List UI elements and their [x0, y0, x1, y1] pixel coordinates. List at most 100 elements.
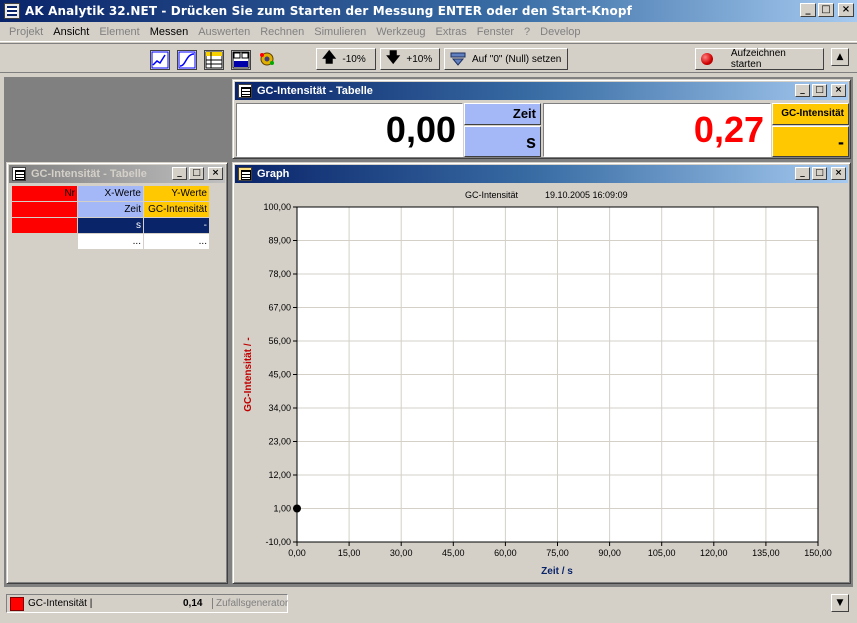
- y-tick-label: -10,00: [265, 537, 291, 547]
- x-name-label: Zeit: [464, 103, 541, 125]
- graph-plot[interactable]: GC-Intensität 19.10.2005 16:09:09 0,00 15,0…: [235, 185, 848, 583]
- graph-area[interactable]: GC-Intensität 19.10.2005 16:09:09 0,00 15,0…: [235, 185, 848, 581]
- table-minimize-button[interactable]: _: [172, 167, 187, 180]
- row-y-cell[interactable]: ...: [143, 233, 210, 250]
- graph-minimize-button[interactable]: _: [795, 167, 810, 180]
- arrow-down-icon: 🡇: [386, 49, 401, 65]
- x-unit-label: s: [464, 126, 541, 157]
- x-tick-label: 15,00: [338, 548, 361, 558]
- increase-10-button[interactable]: 🡇 +10%: [380, 48, 440, 70]
- collapse-toolbar-button[interactable]: ▲: [831, 48, 849, 66]
- y-tick-label: 89,00: [268, 236, 291, 246]
- y-name-label: GC-Intensität: [772, 103, 849, 125]
- display-view-icon[interactable]: [231, 50, 251, 70]
- row-nr-cell: [11, 233, 78, 250]
- mdi-workspace: GC-Intensität - Tabelle _ □ × 0,00 Zeit …: [4, 77, 853, 587]
- menu-item-auswerten[interactable]: Auswerten: [193, 26, 255, 38]
- menu-item--[interactable]: ?: [519, 26, 535, 38]
- toolbar: 🡅 -10% 🡇 +10% Auf "0" (Null) setzen Aufz…: [0, 43, 857, 73]
- table-maximize-button[interactable]: □: [189, 167, 204, 180]
- graph-header-date: 19.10.2005 16:09:09: [545, 190, 628, 200]
- status-channel-panel[interactable]: GC-Intensität | 0,14 Zufallsgenerator: [6, 594, 288, 613]
- status-generator: Zufallsgenerator: [212, 598, 288, 609]
- chart-view-icon[interactable]: [150, 50, 170, 70]
- header-nr: Nr: [11, 185, 78, 202]
- menu-item-simulieren[interactable]: Simulieren: [309, 26, 371, 38]
- table-icon: [238, 84, 252, 98]
- y-value-display: 0,27: [543, 103, 771, 157]
- table-view-icon[interactable]: [204, 50, 224, 70]
- expand-status-button[interactable]: ▼: [831, 594, 849, 612]
- table-unit-row: s -: [11, 217, 210, 234]
- display-maximize-button[interactable]: □: [812, 84, 827, 97]
- y-unit-label: -: [772, 126, 849, 157]
- status-value: 0,14: [183, 598, 203, 609]
- unit-x-cell: s: [77, 217, 144, 234]
- x-tick-label: 45,00: [442, 548, 465, 558]
- y-tick-label: 23,00: [268, 437, 291, 447]
- display-window-titlebar[interactable]: GC-Intensität - Tabelle: [235, 82, 848, 100]
- header-x: X-Werte: [77, 185, 144, 202]
- channel-color-swatch: [10, 596, 24, 611]
- set-zero-button[interactable]: Auf "0" (Null) setzen: [444, 48, 568, 70]
- curve-view-icon[interactable]: [177, 50, 197, 70]
- table-header-row: Nr X-Werte Y-Werte: [11, 185, 210, 202]
- menu-item-rechnen[interactable]: Rechnen: [255, 26, 309, 38]
- display-minimize-button[interactable]: _: [795, 84, 810, 97]
- record-icon: [701, 53, 713, 65]
- y-tick-label: 56,00: [268, 336, 291, 346]
- arrow-up-icon: 🡅: [322, 49, 337, 65]
- menu-item-element[interactable]: Element: [94, 26, 144, 38]
- x-tick-label: 135,00: [752, 548, 780, 558]
- unit-y-cell: -: [143, 217, 210, 234]
- y-tick-label: 12,00: [268, 470, 291, 480]
- unit-nr-cell: [11, 217, 78, 234]
- menu-item-develop[interactable]: Develop: [535, 26, 585, 38]
- menu-bar: Projekt Ansicht Element Messen Auswerten Rech…: [0, 22, 857, 42]
- graph-maximize-button[interactable]: □: [812, 167, 827, 180]
- graph-window-titlebar[interactable]: Graph: [235, 165, 848, 183]
- y-tick-label: 45,00: [268, 370, 291, 380]
- menu-item-ansicht[interactable]: Ansicht: [48, 26, 94, 38]
- table-window: GC-Intensität - Tabelle _ □ × Nr X-Werte…: [6, 162, 228, 584]
- status-bar: GC-Intensität | 0,14 Zufallsgenerator ▼: [4, 591, 853, 619]
- table-icon: [12, 167, 26, 181]
- minimize-button[interactable]: _: [800, 3, 816, 17]
- close-button[interactable]: ×: [838, 3, 854, 17]
- x-axis-label: Zeit / s: [541, 566, 573, 577]
- name-y-cell: GC-Intensität: [143, 201, 210, 218]
- menu-item-projekt[interactable]: Projekt: [4, 26, 48, 38]
- data-table[interactable]: Nr X-Werte Y-Werte Zeit GC-Intensität s …: [11, 185, 210, 250]
- app-title: AK Analytik 32.NET - Drücken Sie zum Sta…: [25, 4, 632, 18]
- y-axis-label: GC-Intensität / -: [243, 337, 254, 411]
- table-name-row: Zeit GC-Intensität: [11, 201, 210, 218]
- zero-icon: [450, 52, 466, 66]
- x-tick-label: 30,00: [390, 548, 413, 558]
- y-tick-label: 67,00: [268, 303, 291, 313]
- menu-item-extras[interactable]: Extras: [431, 26, 472, 38]
- name-x-cell: Zeit: [77, 201, 144, 218]
- x-tick-label: 60,00: [494, 548, 517, 558]
- table-row[interactable]: ... ...: [11, 233, 210, 250]
- row-x-cell[interactable]: ...: [77, 233, 144, 250]
- graph-window: Graph _ □ × GC-Intensität 19.10.2005 16:0…: [232, 162, 851, 584]
- table-close-button[interactable]: ×: [208, 167, 223, 180]
- y-tick-label: 78,00: [268, 269, 291, 279]
- menu-item-werkzeug[interactable]: Werkzeug: [371, 26, 430, 38]
- name-nr-cell: [11, 201, 78, 218]
- decrease-10-button[interactable]: 🡅 -10%: [316, 48, 376, 70]
- y-tick-label: 34,00: [268, 403, 291, 413]
- x-tick-label: 120,00: [700, 548, 728, 558]
- display-close-button[interactable]: ×: [831, 84, 846, 97]
- header-y: Y-Werte: [143, 185, 210, 202]
- graph-close-button[interactable]: ×: [831, 167, 846, 180]
- y-tick-label: 1,00: [273, 504, 291, 514]
- graph-header-title: GC-Intensität: [465, 190, 519, 200]
- x-tick-label: 105,00: [648, 548, 676, 558]
- menu-item-messen[interactable]: Messen: [145, 26, 194, 38]
- maximize-button[interactable]: □: [818, 3, 834, 17]
- start-recording-button[interactable]: Aufzeichnen starten: [695, 48, 824, 70]
- x-tick-label: 150,00: [804, 548, 832, 558]
- menu-item-fenster[interactable]: Fenster: [472, 26, 519, 38]
- settings-gear-icon[interactable]: [258, 50, 278, 70]
